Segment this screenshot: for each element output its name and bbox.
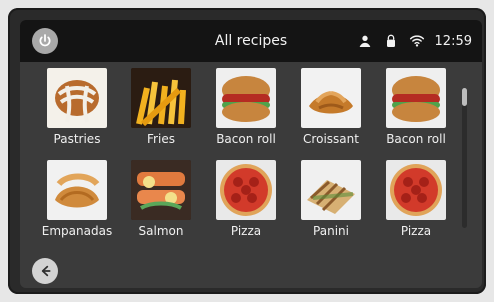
top-bar: All recipes 12:59: [20, 20, 482, 62]
recipe-label-panini: Panini: [313, 224, 349, 238]
scrollbar[interactable]: [462, 88, 467, 228]
wifi-icon: [409, 35, 424, 47]
lock-icon: [386, 34, 395, 47]
bacon-roll-2-image: [386, 68, 446, 128]
empanadas-image: [47, 160, 107, 220]
recipe-label-croissant: Croissant: [303, 132, 359, 146]
pizza-image: [216, 160, 276, 220]
panini-image: [301, 160, 361, 220]
salmon-thumbnail: [131, 160, 191, 220]
panini-thumbnail: [301, 160, 361, 220]
fries-thumbnail: [131, 68, 191, 128]
pizza-2-image: [386, 160, 446, 220]
bacon-roll-2-thumbnail: [386, 68, 446, 128]
status-area: 12:59: [357, 20, 472, 62]
recipe-label-pastries: Pastries: [53, 132, 101, 146]
empanadas-thumbnail: [47, 160, 107, 220]
back-button[interactable]: [32, 258, 58, 284]
recipe-tile-salmon[interactable]: Salmon: [123, 160, 199, 246]
recipe-label-empanadas: Empanadas: [41, 224, 113, 238]
recipe-tile-fries[interactable]: Fries: [123, 68, 199, 154]
recipe-label-salmon: Salmon: [138, 224, 184, 238]
user-icon: [359, 35, 370, 47]
pastries-thumbnail: [47, 68, 107, 128]
pastries-image: [47, 68, 107, 128]
recipe-tile-bacon-roll[interactable]: Bacon roll: [208, 68, 284, 154]
bacon-roll-thumbnail: [216, 68, 276, 128]
recipe-tile-croissant[interactable]: Croissant: [293, 68, 369, 154]
touchscreen: All recipes 12:59 Pastries Fries Bacon r…: [20, 20, 482, 288]
recipe-grid: Pastries Fries Bacon roll Croissant Baco…: [20, 68, 482, 248]
croissant-image: [301, 68, 361, 128]
recipe-tile-empanadas[interactable]: Empanadas: [39, 160, 115, 246]
recipe-tile-bacon-roll-2[interactable]: Bacon roll: [378, 68, 454, 154]
fries-image: [131, 68, 191, 128]
recipe-label-bacon-roll: Bacon roll: [216, 132, 276, 146]
croissant-thumbnail: [301, 68, 361, 128]
back-arrow-icon: [41, 265, 51, 277]
recipe-label-pizza-2: Pizza: [400, 224, 432, 238]
recipe-tile-pizza[interactable]: Pizza: [208, 160, 284, 246]
pizza-thumbnail: [216, 160, 276, 220]
recipe-label-fries: Fries: [147, 132, 175, 146]
recipe-label-pizza: Pizza: [230, 224, 262, 238]
recipe-tile-pizza-2[interactable]: Pizza: [378, 160, 454, 246]
scrollbar-thumb[interactable]: [462, 88, 467, 106]
clock: 12:59: [434, 33, 472, 49]
recipe-tile-pastries[interactable]: Pastries: [39, 68, 115, 154]
recipe-label-bacon-roll-2: Bacon roll: [386, 132, 446, 146]
bacon-roll-image: [216, 68, 276, 128]
salmon-image: [131, 160, 191, 220]
recipe-tile-panini[interactable]: Panini: [293, 160, 369, 246]
page-title-text: All recipes: [214, 33, 288, 49]
pizza-2-thumbnail: [386, 160, 446, 220]
